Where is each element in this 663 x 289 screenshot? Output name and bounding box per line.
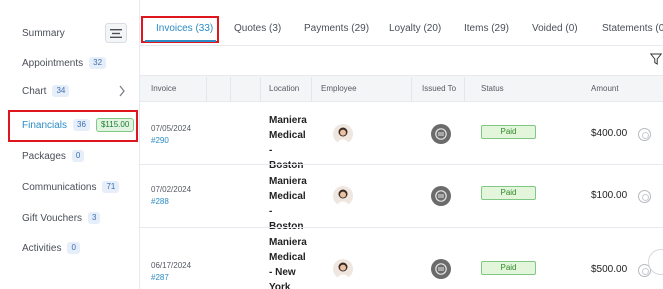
invoice-date: 06/17/2024 bbox=[151, 261, 192, 270]
issued-to-avatar-icon bbox=[431, 124, 451, 144]
filter-icon[interactable] bbox=[650, 53, 662, 65]
financials-highlight bbox=[8, 110, 138, 142]
column-header-employee[interactable]: Employee bbox=[321, 84, 357, 93]
invoice-number-link[interactable]: #288 bbox=[151, 197, 169, 206]
sidebar-item-label: Activities bbox=[22, 242, 62, 254]
issued-to-avatar-icon bbox=[431, 186, 451, 206]
column-header-invoice[interactable]: Invoice bbox=[151, 84, 176, 93]
count-badge: 0 bbox=[71, 150, 85, 162]
column-header-status[interactable]: Status bbox=[481, 84, 504, 93]
menu-toggle-button[interactable] bbox=[105, 23, 127, 43]
status-badge: Paid bbox=[481, 186, 536, 200]
invoice-date: 07/05/2024 bbox=[151, 124, 192, 133]
row-action-button[interactable] bbox=[638, 190, 651, 203]
invoice-number-link[interactable]: #290 bbox=[151, 136, 169, 145]
location: Maniera Medical - New York bbox=[269, 237, 307, 289]
column-header-amount[interactable]: Amount bbox=[591, 84, 619, 93]
count-badge: 34 bbox=[52, 85, 70, 97]
tab-invoices[interactable]: Invoices (33) bbox=[156, 22, 213, 36]
tab-loyalty[interactable]: Loyalty (20) bbox=[389, 22, 441, 36]
sidebar-item-appointments[interactable]: Appointments 32 bbox=[22, 55, 107, 71]
status-badge: Paid bbox=[481, 125, 536, 139]
sidebar-item-summary[interactable]: Summary bbox=[22, 25, 65, 41]
location: Maniera Medical - Boston bbox=[269, 176, 307, 232]
count-badge: 71 bbox=[102, 181, 120, 193]
invoice-amount: $100.00 bbox=[591, 190, 628, 201]
employee-avatar bbox=[333, 259, 353, 279]
sidebar-item-chart[interactable]: Chart 34 bbox=[22, 83, 70, 99]
tab-voided[interactable]: Voided (0) bbox=[532, 22, 578, 36]
sidebar-item-label: Appointments bbox=[22, 57, 84, 69]
sidebar-item-label: Gift Vouchers bbox=[22, 212, 83, 224]
sidebar-item-communications[interactable]: Communications 71 bbox=[22, 179, 120, 195]
tab-quotes[interactable]: Quotes (3) bbox=[234, 22, 281, 36]
sidebar-item-label: Summary bbox=[22, 27, 65, 39]
invoice-date: 07/02/2024 bbox=[151, 185, 192, 194]
sidebar-item-label: Chart bbox=[22, 85, 47, 97]
invoice-amount: $500.00 bbox=[591, 264, 628, 275]
invoice-amount: $400.00 bbox=[591, 128, 628, 139]
tab-statements[interactable]: Statements (0) bbox=[602, 22, 663, 36]
count-badge: 32 bbox=[89, 57, 107, 69]
status-badge: Paid bbox=[481, 261, 536, 275]
row-action-button[interactable] bbox=[638, 128, 651, 141]
count-badge: 3 bbox=[88, 212, 101, 224]
active-tab-indicator bbox=[145, 40, 216, 42]
column-header-location[interactable]: Location bbox=[269, 84, 299, 93]
sidebar-item-gift-vouchers[interactable]: Gift Vouchers 3 bbox=[22, 210, 101, 226]
chevron-right-icon[interactable] bbox=[118, 85, 128, 97]
tab-items[interactable]: Items (29) bbox=[464, 22, 509, 36]
tabs-divider bbox=[140, 45, 663, 46]
sidebar-item-packages[interactable]: Packages 0 bbox=[22, 148, 85, 164]
tab-payments[interactable]: Payments (29) bbox=[304, 22, 369, 36]
row-divider bbox=[140, 227, 663, 228]
count-badge: 0 bbox=[67, 242, 80, 254]
menu-icon bbox=[110, 28, 122, 38]
issued-to-avatar-icon bbox=[431, 259, 451, 279]
row-divider bbox=[140, 164, 663, 165]
sidebar: Summary Appointments 32 Chart 34 Financi… bbox=[0, 0, 140, 289]
table-header: Invoice Location Employee Issued To Stat… bbox=[140, 75, 663, 102]
employee-avatar bbox=[333, 124, 353, 144]
employee-avatar bbox=[333, 186, 353, 206]
sidebar-item-activities[interactable]: Activities 0 bbox=[22, 240, 80, 256]
invoice-number-link[interactable]: #287 bbox=[151, 273, 169, 282]
column-header-issued-to[interactable]: Issued To bbox=[422, 84, 456, 93]
sidebar-item-label: Packages bbox=[22, 150, 66, 162]
sidebar-item-label: Communications bbox=[22, 181, 97, 193]
